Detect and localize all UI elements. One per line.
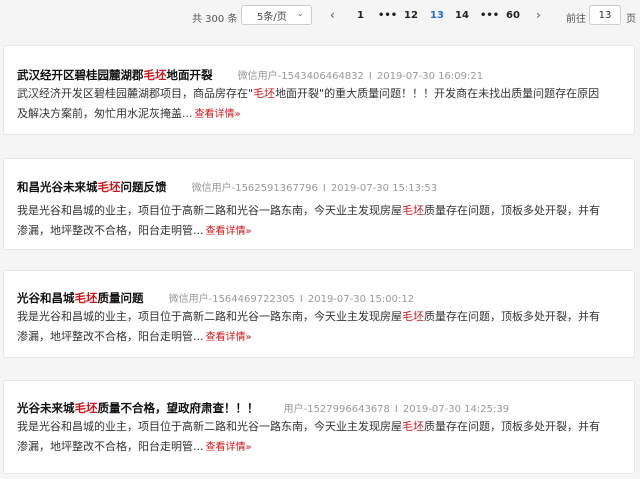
post-date: 2019-07-30 15:13:53 xyxy=(330,183,438,194)
post-excerpt: 我是光谷和昌城的业主，项目位于高新二路和光谷一路东南，今天业主发现房屋毛坯质量存… xyxy=(17,204,600,237)
post-card[interactable]: 和昌光谷未来城毛坯问题反馈 微信用户-1562591367796 I 2019-07… xyxy=(3,158,635,250)
post-author: 微信用户-1543406464832 xyxy=(237,71,364,82)
goto-page-input[interactable] xyxy=(589,5,621,25)
post-date: 2019-07-30 14:25:39 xyxy=(402,404,510,415)
chevron-down-icon: ⌄ xyxy=(296,9,304,19)
total-count: 共 300 条 xyxy=(192,14,238,25)
post-meta: 微信用户-1562591367796 I 2019-07-30 15:13:53 xyxy=(191,183,438,194)
post-meta: 微信用户-1564469722305 I 2019-07-30 15:00:12 xyxy=(168,294,415,305)
goto-suffix: 页 xyxy=(626,14,636,25)
post-date: 2019-07-30 15:00:12 xyxy=(307,294,415,305)
view-details-link[interactable]: 查看详情» xyxy=(206,332,252,343)
post-header: 光谷未来城毛坯质量不合格，望政府肃查！！！ 用户-1527996643678 I 2… xyxy=(17,397,624,415)
post-excerpt: 武汉经济开发区碧桂园麓湖郡项目，商品房存在"毛坯地面开裂"的重大质量问题！！！开… xyxy=(17,87,600,120)
view-details-link[interactable]: 查看详情» xyxy=(206,226,252,237)
page-12[interactable]: 12 xyxy=(404,10,418,21)
post-author: 用户-1527996643678 xyxy=(283,404,390,415)
post-meta: 用户-1527996643678 I 2019-07-30 14:25:39 xyxy=(283,404,510,415)
pagination: 共 300 条 5条/页 ⌄ ‹ 1 ••• 12 13 14 ••• 60 ›… xyxy=(0,0,640,32)
post-date: 2019-07-30 16:09:21 xyxy=(376,71,484,82)
post-card[interactable]: 光谷未来城毛坯质量不合格，望政府肃查！！！ 用户-1527996643678 I 2… xyxy=(3,380,635,474)
post-title[interactable]: 光谷未来城毛坯质量不合格，望政府肃查！！！ xyxy=(17,401,259,415)
page-13-current[interactable]: 13 xyxy=(430,10,444,21)
post-author: 微信用户-1564469722305 xyxy=(168,294,295,305)
post-card[interactable]: 光谷和昌城毛坯质量问题 微信用户-1564469722305 I 2019-07-3… xyxy=(3,270,635,358)
post-meta: 微信用户-1543406464832 I 2019-07-30 16:09:21 xyxy=(237,71,484,82)
page-ellipsis-left[interactable]: ••• xyxy=(378,10,397,21)
view-details-link[interactable]: 查看详情» xyxy=(206,442,252,453)
post-title[interactable]: 光谷和昌城毛坯质量问题 xyxy=(17,291,144,305)
page-size-select[interactable]: 5条/页 ⌄ xyxy=(241,5,312,25)
post-author: 微信用户-1562591367796 xyxy=(191,183,318,194)
post-title[interactable]: 武汉经开区碧桂园麓湖郡毛坯地面开裂 xyxy=(17,68,213,82)
page-1[interactable]: 1 xyxy=(357,10,364,21)
post-header: 和昌光谷未来城毛坯问题反馈 微信用户-1562591367796 I 2019-07… xyxy=(17,176,624,194)
next-page-button[interactable]: › xyxy=(536,8,541,22)
page-60[interactable]: 60 xyxy=(506,10,520,21)
post-title[interactable]: 和昌光谷未来城毛坯问题反馈 xyxy=(17,180,167,194)
page-size-value: 5条/页 xyxy=(257,11,287,23)
page-14[interactable]: 14 xyxy=(455,10,469,21)
post-excerpt: 我是光谷和昌城的业主，项目位于高新二路和光谷一路东南，今天业主发现房屋毛坯质量存… xyxy=(17,420,600,453)
goto-label: 前往 xyxy=(566,14,586,25)
page-ellipsis-right[interactable]: ••• xyxy=(480,10,499,21)
view-details-link[interactable]: 查看详情» xyxy=(195,109,241,120)
post-excerpt: 我是光谷和昌城的业主，项目位于高新二路和光谷一路东南，今天业主发现房屋毛坯质量存… xyxy=(17,310,600,343)
post-header: 武汉经开区碧桂园麓湖郡毛坯地面开裂 微信用户-1543406464832 I 201… xyxy=(17,64,624,82)
post-header: 光谷和昌城毛坯质量问题 微信用户-1564469722305 I 2019-07-3… xyxy=(17,287,624,305)
post-card[interactable]: 武汉经开区碧桂园麓湖郡毛坯地面开裂 微信用户-1543406464832 I 201… xyxy=(3,45,635,135)
prev-page-button[interactable]: ‹ xyxy=(330,8,335,22)
